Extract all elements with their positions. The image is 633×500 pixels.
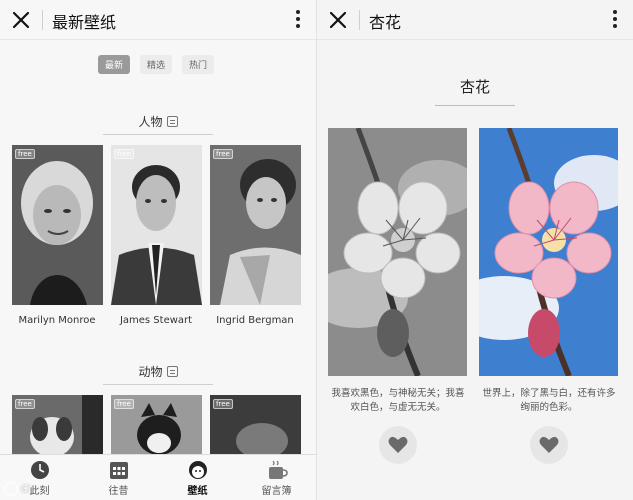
wallpaper-card-animal-3[interactable]: free: [210, 395, 301, 455]
portrait-image: [210, 145, 301, 305]
cup-icon: [268, 460, 288, 479]
wallpaper-card-marilyn-monroe[interactable]: free: [12, 145, 103, 305]
nav-label: 留言簿: [261, 486, 292, 497]
wallpaper-icon: [188, 461, 207, 479]
blossom-grayscale-image: [328, 128, 467, 376]
heart-icon: [539, 436, 559, 453]
caption-james-stewart: James Stewart: [119, 315, 193, 326]
wallpaper-description-color: 世界上，除了黑与白，还有许多绚丽的色彩。: [482, 388, 616, 413]
watermark-logo: [4, 482, 18, 496]
like-button-grayscale[interactable]: [379, 426, 417, 464]
watermark-text: Ci: [21, 483, 31, 495]
top-bar: 最新壁纸: [0, 0, 316, 40]
section-header-people: 人物: [0, 111, 316, 135]
nav-item-wallpaper[interactable]: 壁纸: [158, 455, 237, 500]
list-icon: [166, 116, 178, 127]
close-button[interactable]: [325, 7, 351, 33]
nav-item-guestbook[interactable]: 留言簿: [237, 455, 316, 500]
free-badge: free: [114, 149, 134, 159]
free-badge: free: [213, 149, 233, 159]
title-separator: [42, 10, 43, 30]
nav-label: 往昔: [108, 486, 129, 497]
top-bar: 杏花: [317, 0, 633, 40]
title-separator: [359, 10, 360, 30]
more-menu-button[interactable]: [609, 8, 621, 32]
tab-featured[interactable]: 精选: [140, 55, 173, 74]
wallpaper-preview-grayscale[interactable]: [328, 128, 467, 376]
section-underline: [103, 134, 213, 135]
wallpaper-card-james-stewart[interactable]: free: [111, 145, 202, 305]
free-badge: free: [15, 149, 35, 159]
close-icon: [329, 11, 347, 29]
blossom-color-image: [479, 128, 618, 376]
wallpaper-preview-color[interactable]: [479, 128, 618, 376]
bottom-navigation: 此刻 往昔 壁纸 留言簿: [0, 454, 316, 500]
section-title-text: 动物: [138, 365, 163, 379]
detail-title-underline: [435, 105, 515, 106]
nav-item-past[interactable]: 往昔: [79, 455, 158, 500]
watermark: Ci: [4, 482, 31, 496]
list-icon: [166, 366, 178, 377]
clock-icon: [30, 461, 49, 479]
wallpaper-description-grayscale: 我喜欢黑色，与神秘无关；我喜欢白色，与虚无无关。: [331, 388, 465, 413]
wallpaper-detail-screen: 杏花 杏花 我喜欢黑色，与神秘无关；我喜欢白色，与虚无无关。 世界上，除了黑与白…: [317, 0, 633, 500]
tab-latest[interactable]: 最新: [98, 55, 131, 74]
wallpaper-card-animal-dog[interactable]: free: [12, 395, 103, 455]
page-title: 最新壁纸: [52, 13, 117, 32]
nav-label: 壁纸: [187, 486, 208, 497]
page-title: 杏花: [369, 13, 402, 32]
like-button-color[interactable]: [530, 426, 568, 464]
portrait-image: [111, 145, 202, 305]
caption-ingrid-bergman: Ingrid Bergman: [216, 315, 294, 326]
section-title-animals[interactable]: 动物: [138, 363, 178, 380]
portrait-image: [12, 145, 103, 305]
free-badge: free: [213, 399, 233, 409]
free-badge: free: [15, 399, 35, 409]
section-underline: [103, 384, 213, 385]
heart-icon: [388, 436, 408, 453]
more-menu-button[interactable]: [292, 8, 304, 32]
calendar-icon: [109, 462, 128, 479]
caption-marilyn-monroe: Marilyn Monroe: [18, 315, 96, 326]
section-title-people[interactable]: 人物: [138, 113, 178, 130]
close-button[interactable]: [8, 7, 34, 33]
close-icon: [12, 11, 30, 29]
nav-label: 此刻: [29, 486, 50, 497]
section-title-text: 人物: [138, 115, 163, 129]
tab-bar: 最新 精选 热门: [98, 55, 215, 74]
tab-popular[interactable]: 热门: [182, 55, 215, 74]
section-header-animals: 动物: [0, 361, 316, 385]
wallpaper-list-screen: 最新壁纸 最新 精选 热门 人物 free Marilyn Monroe fre…: [0, 0, 316, 500]
wallpaper-card-ingrid-bergman[interactable]: free: [210, 145, 301, 305]
detail-title: 杏花: [459, 78, 490, 96]
wallpaper-card-animal-cat[interactable]: free: [111, 395, 202, 455]
detail-header: 杏花: [317, 76, 633, 106]
free-badge: free: [114, 399, 134, 409]
